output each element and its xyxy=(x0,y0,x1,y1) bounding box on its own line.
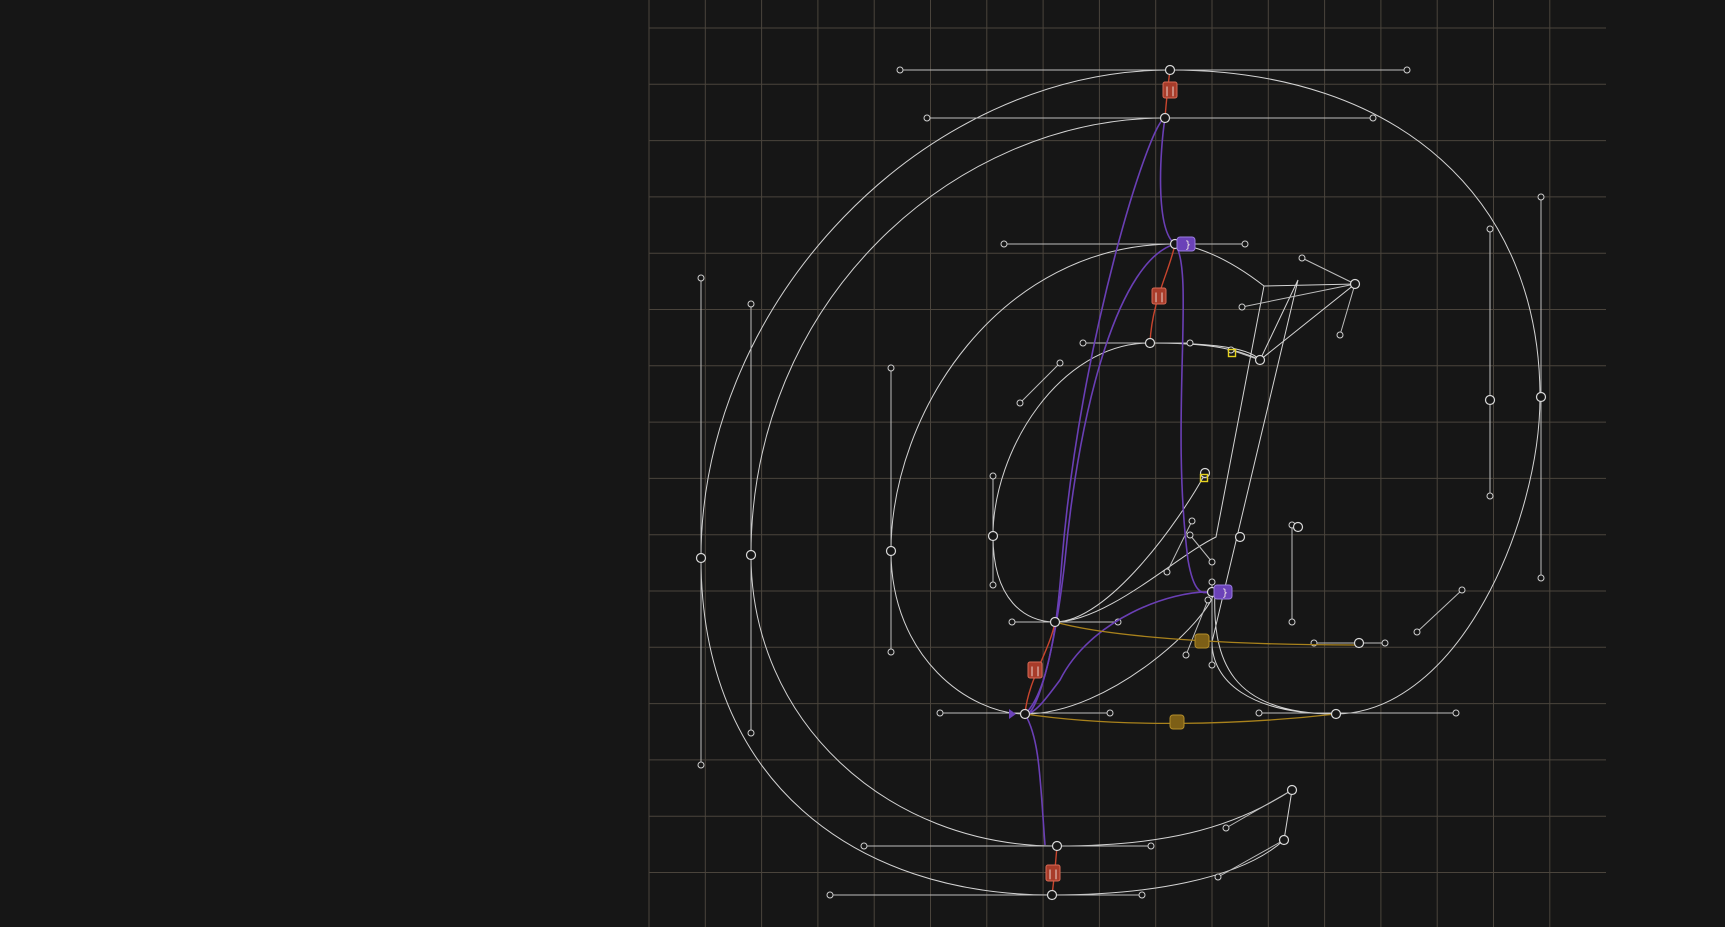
handle-point[interactable] xyxy=(1188,517,1196,525)
distance-constraint-label: || xyxy=(1047,869,1059,880)
handle-point[interactable] xyxy=(1208,661,1216,669)
handle-point[interactable] xyxy=(860,842,868,850)
handle-point[interactable] xyxy=(1288,618,1296,626)
handle-point[interactable] xyxy=(1208,578,1216,586)
handle-point[interactable] xyxy=(1241,240,1249,248)
handle-point[interactable] xyxy=(1458,586,1466,594)
handle-point[interactable] xyxy=(826,891,834,899)
handle-point[interactable] xyxy=(989,581,997,589)
distance-constraint-label: || xyxy=(1029,666,1041,677)
handle-point[interactable] xyxy=(936,709,944,717)
handle-point[interactable] xyxy=(887,648,895,656)
on-curve-node[interactable] xyxy=(1286,784,1298,796)
handle-point[interactable] xyxy=(989,472,997,480)
handle-point[interactable] xyxy=(747,300,755,308)
handle-point[interactable] xyxy=(1298,254,1306,262)
handle-point[interactable] xyxy=(1186,339,1194,347)
handle-point[interactable] xyxy=(1186,531,1194,539)
handle-point[interactable] xyxy=(747,729,755,737)
distance-constraint-label: || xyxy=(1153,292,1165,303)
handle-point[interactable] xyxy=(1056,359,1064,367)
on-curve-node[interactable] xyxy=(1046,889,1058,901)
handle-point[interactable] xyxy=(1255,709,1263,717)
handle-point[interactable] xyxy=(1208,558,1216,566)
handle-point[interactable] xyxy=(697,761,705,769)
on-curve-node[interactable] xyxy=(1051,840,1063,852)
on-curve-node[interactable] xyxy=(1535,391,1547,403)
metrics-grid xyxy=(648,0,1606,927)
handle-point[interactable] xyxy=(1214,873,1222,881)
handle-point[interactable] xyxy=(923,114,931,122)
handle-point[interactable] xyxy=(887,364,895,372)
handle-point[interactable] xyxy=(1413,628,1421,636)
distance-constraint-label: || xyxy=(1164,86,1176,97)
handle-point[interactable] xyxy=(697,274,705,282)
handle-point[interactable] xyxy=(1147,842,1155,850)
on-curve-node[interactable] xyxy=(1144,337,1156,349)
on-curve-node[interactable] xyxy=(1159,112,1171,124)
interpolation-constraint-label: } xyxy=(1222,588,1228,599)
on-curve-node[interactable] xyxy=(1349,278,1361,290)
on-curve-node[interactable] xyxy=(1254,354,1266,366)
handle-point[interactable] xyxy=(1204,596,1212,604)
on-curve-node[interactable] xyxy=(1278,834,1290,846)
handle-point[interactable] xyxy=(1182,651,1190,659)
handle-point[interactable] xyxy=(1016,399,1024,407)
handle-point[interactable] xyxy=(1222,824,1230,832)
handle-point[interactable] xyxy=(1486,492,1494,500)
on-curve-node[interactable] xyxy=(1353,637,1365,649)
interpolation-constraint-label: } xyxy=(1185,240,1191,251)
alignment-constraint-badge[interactable] xyxy=(1169,714,1185,730)
alignment-constraint-badge[interactable] xyxy=(1194,633,1210,649)
on-curve-node[interactable] xyxy=(745,549,757,561)
on-curve-node[interactable] xyxy=(1330,708,1342,720)
glyph-edit-canvas[interactable]: || || || ||}} xyxy=(0,0,1725,927)
on-curve-node[interactable] xyxy=(1164,64,1176,76)
handle-point[interactable] xyxy=(1238,303,1246,311)
on-curve-node[interactable] xyxy=(1234,531,1246,543)
on-curve-node[interactable] xyxy=(1049,616,1061,628)
on-curve-node[interactable] xyxy=(1292,521,1304,533)
handle-point[interactable] xyxy=(1008,618,1016,626)
on-curve-node[interactable] xyxy=(987,530,999,542)
on-curve-node[interactable] xyxy=(885,545,897,557)
handle-point[interactable] xyxy=(1079,339,1087,347)
handle-point[interactable] xyxy=(1138,891,1146,899)
handle-point[interactable] xyxy=(1336,331,1344,339)
handle-point[interactable] xyxy=(896,66,904,74)
handle-point[interactable] xyxy=(1452,709,1460,717)
on-curve-node[interactable] xyxy=(695,552,707,564)
handle-point[interactable] xyxy=(1537,193,1545,201)
handle-point[interactable] xyxy=(1163,568,1171,576)
handle-point[interactable] xyxy=(1106,709,1114,717)
on-curve-node[interactable] xyxy=(1484,394,1496,406)
handle-point[interactable] xyxy=(1369,114,1377,122)
on-curve-node[interactable] xyxy=(1019,708,1031,720)
handle-point[interactable] xyxy=(1000,240,1008,248)
handle-point[interactable] xyxy=(1381,639,1389,647)
grid-background xyxy=(648,0,1606,927)
handle-point[interactable] xyxy=(1537,574,1545,582)
handle-point[interactable] xyxy=(1403,66,1411,74)
handle-point[interactable] xyxy=(1486,225,1494,233)
